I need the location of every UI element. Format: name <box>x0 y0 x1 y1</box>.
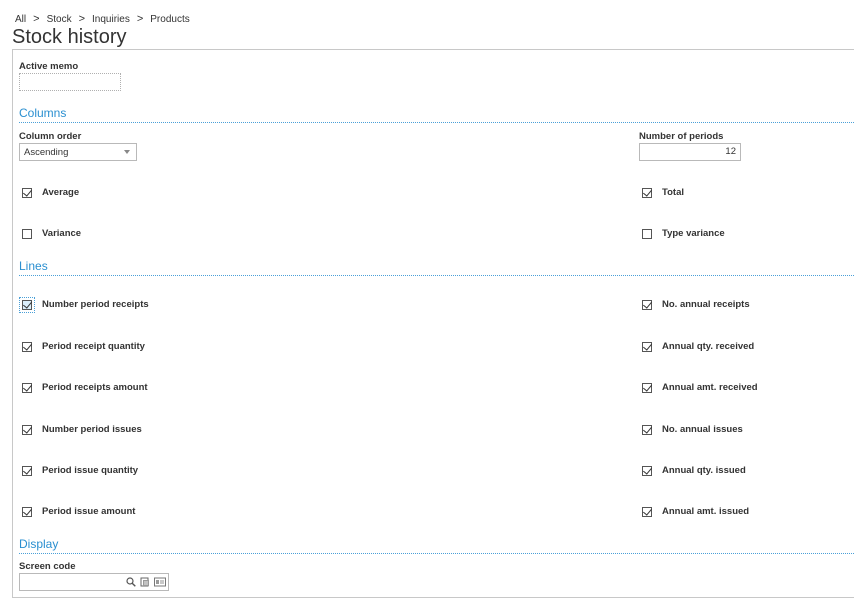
checkbox-icon[interactable] <box>642 506 652 517</box>
checkbox-icon[interactable] <box>642 187 652 198</box>
checkbox-label: Total <box>662 187 684 198</box>
checkbox-icon[interactable] <box>642 424 652 435</box>
section-columns: Columns <box>19 106 67 120</box>
checkbox-label: Period receipt quantity <box>42 341 145 352</box>
checkbox-icon[interactable] <box>22 382 32 393</box>
checkbox-period-issue-quantity[interactable]: Period issue quantity <box>22 465 138 476</box>
breadcrumb-separator: > <box>78 13 86 25</box>
checkbox-label: Type variance <box>662 228 725 239</box>
column-order-label: Column order <box>19 131 82 142</box>
checkbox-no-annual-receipts[interactable]: No. annual receipts <box>642 299 750 310</box>
breadcrumb-inquiries[interactable]: Inquiries <box>92 14 130 25</box>
checkbox-label: Number period receipts <box>42 299 149 310</box>
screen-code-actions <box>126 575 166 589</box>
checkbox-label: Average <box>42 187 80 198</box>
breadcrumb-separator: > <box>33 13 40 25</box>
checkbox-total[interactable]: Total <box>642 187 684 198</box>
checkbox-label: Number period issues <box>42 424 142 435</box>
checkbox-label: Annual qty. received <box>662 341 755 352</box>
section-lines: Lines <box>19 259 48 273</box>
checkbox-annual-amt-received[interactable]: Annual amt. received <box>642 382 758 393</box>
column-order-select[interactable]: Ascending <box>19 143 137 161</box>
breadcrumb-all[interactable]: All <box>15 14 26 25</box>
checkbox-icon[interactable] <box>642 382 652 393</box>
checkbox-label: Annual amt. issued <box>662 506 750 517</box>
checkbox-icon[interactable] <box>642 299 652 310</box>
checkbox-icon[interactable] <box>642 228 652 239</box>
breadcrumb-separator: > <box>136 13 144 25</box>
checkbox-average[interactable]: Average <box>22 187 79 198</box>
screen-code-field[interactable] <box>19 573 169 591</box>
checkbox-label: Period issue quantity <box>42 465 139 476</box>
checkbox-label: Annual qty. issued <box>662 465 746 476</box>
checkbox-label: Period receipts amount <box>42 382 148 393</box>
section-display: Display <box>19 537 59 551</box>
checkbox-number-period-issues[interactable]: Number period issues <box>22 424 142 435</box>
number-of-periods-field[interactable]: 12 <box>639 143 741 161</box>
checkbox-period-issue-amount[interactable]: Period issue amount <box>22 506 135 517</box>
checkbox-icon[interactable] <box>22 506 32 517</box>
checkbox-icon[interactable] <box>22 228 32 239</box>
checkbox-number-period-receipts[interactable]: Number period receipts <box>19 296 149 313</box>
active-memo-field[interactable] <box>19 73 121 91</box>
checkbox-annual-qty-received[interactable]: Annual qty. received <box>642 341 754 352</box>
screen-code-label: Screen code <box>19 561 76 572</box>
active-memo-label: Active memo <box>19 61 79 72</box>
checkbox-icon[interactable] <box>22 341 32 352</box>
checkbox-label: Annual amt. received <box>662 382 758 393</box>
breadcrumb-products[interactable]: Products <box>150 14 189 25</box>
checkbox-icon[interactable] <box>22 187 32 198</box>
number-of-periods-label: Number of periods <box>639 131 724 142</box>
checkbox-icon[interactable] <box>19 296 35 313</box>
section-divider <box>19 275 854 276</box>
page-title: Stock history <box>12 26 127 48</box>
search-icon[interactable] <box>126 577 136 587</box>
checkbox-no-annual-issues[interactable]: No. annual issues <box>642 424 743 435</box>
section-divider <box>19 122 854 123</box>
checkbox-period-receipt-quantity[interactable]: Period receipt quantity <box>22 341 145 352</box>
checkbox-icon[interactable] <box>642 465 652 476</box>
chevron-down-icon <box>124 150 130 154</box>
checkbox-label: No. annual receipts <box>662 299 750 310</box>
checkbox-label: Variance <box>42 228 82 239</box>
column-order-value: Ascending <box>24 146 69 158</box>
checkbox-variance[interactable]: Variance <box>22 228 81 239</box>
checkbox-type-variance[interactable]: Type variance <box>642 228 725 239</box>
checkbox-label: No. annual issues <box>662 424 743 435</box>
card-icon[interactable] <box>154 577 166 587</box>
breadcrumb-stock[interactable]: Stock <box>47 14 72 25</box>
checkbox-annual-amt-issued[interactable]: Annual amt. issued <box>642 506 749 517</box>
checkbox-icon[interactable] <box>642 341 652 352</box>
section-divider <box>19 553 854 554</box>
checkbox-icon[interactable] <box>22 424 32 435</box>
breadcrumb: All > Stock > Inquiries > Products <box>15 13 190 25</box>
checkbox-label: Period issue amount <box>42 506 136 517</box>
checkbox-icon[interactable] <box>22 465 32 476</box>
checkbox-period-receipts-amount[interactable]: Period receipts amount <box>22 382 148 393</box>
checkbox-annual-qty-issued[interactable]: Annual qty. issued <box>642 465 746 476</box>
select-icon[interactable] <box>140 577 150 587</box>
